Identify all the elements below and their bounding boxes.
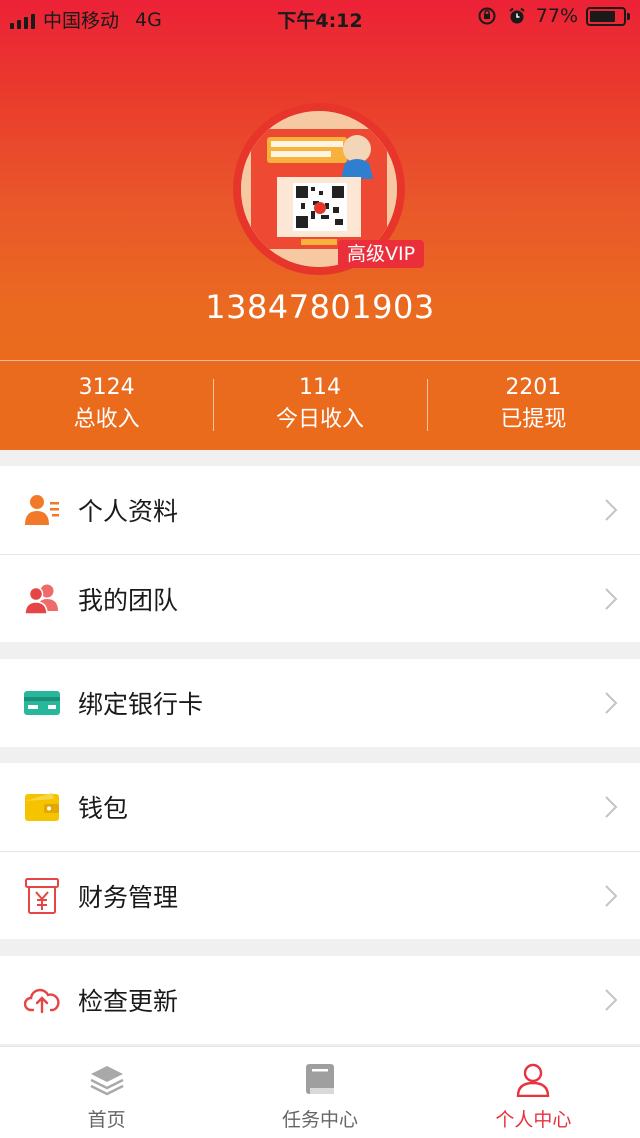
chevron-right-icon <box>605 885 618 907</box>
tab-label: 任务中心 <box>281 1109 358 1131</box>
chevron-right-icon <box>605 692 618 714</box>
menu-item-bank-card[interactable]: 绑定银行卡 <box>0 659 640 747</box>
status-bar: 中国移动 4G 下午4:12 77% <box>0 0 640 36</box>
stats-bar: 3124 总收入 114 今日收入 2201 已提现 <box>0 361 640 450</box>
alarm-icon <box>506 5 528 27</box>
menu-label: 我的团队 <box>78 585 179 615</box>
stat-value: 2201 <box>505 375 562 400</box>
profile-header: 中国移动 4G 下午4:12 77% 高级VIP 13847801903 312… <box>0 0 640 450</box>
vip-badge: 高级VIP <box>338 240 425 268</box>
tab-profile[interactable]: 个人中心 <box>427 1047 640 1138</box>
stat-withdrawn[interactable]: 2201 已提现 <box>426 361 640 450</box>
chevron-right-icon <box>605 989 618 1011</box>
stat-total-income[interactable]: 3124 总收入 <box>0 361 213 450</box>
bank-card-icon <box>24 685 60 721</box>
menu-label: 财务管理 <box>78 882 179 912</box>
menu-item-team[interactable]: 我的团队 <box>0 554 640 642</box>
wallet-icon <box>24 789 60 825</box>
tab-bar: 首页 任务中心 个人中心 <box>0 1046 640 1138</box>
layers-icon <box>89 1063 125 1097</box>
yuan-box-icon <box>24 877 60 914</box>
tab-label: 首页 <box>87 1109 126 1131</box>
id-card-person-icon <box>24 492 60 528</box>
person-icon <box>515 1063 551 1097</box>
chevron-right-icon <box>605 499 618 521</box>
menu-group-finance: 钱包 财务管理 <box>0 763 640 939</box>
battery-icon <box>586 6 630 26</box>
stat-label: 今日收入 <box>275 407 364 432</box>
stat-value: 3124 <box>78 375 135 400</box>
tab-label: 个人中心 <box>495 1109 572 1131</box>
menu-item-profile[interactable]: 个人资料 <box>0 466 640 554</box>
menu-item-wallet[interactable]: 钱包 <box>0 763 640 851</box>
tab-tasks[interactable]: 任务中心 <box>213 1047 426 1138</box>
battery-fill <box>590 10 615 22</box>
menu-group-account: 个人资料 我的团队 <box>0 466 640 642</box>
rotation-lock-icon <box>476 5 498 27</box>
book-icon <box>302 1063 338 1097</box>
team-icon <box>24 581 60 617</box>
status-right: 77% <box>476 5 630 27</box>
stat-value: 114 <box>298 375 341 400</box>
menu-label: 检查更新 <box>78 987 179 1016</box>
battery-percent: 77% <box>535 5 578 27</box>
menu-item-update[interactable]: 检查更新 <box>0 956 640 1044</box>
menu-group-system: 检查更新 <box>0 956 640 1044</box>
stat-label: 已提现 <box>500 407 567 432</box>
tab-home[interactable]: 首页 <box>0 1047 213 1138</box>
user-phone: 13847801903 <box>205 288 435 326</box>
chevron-right-icon <box>605 588 618 610</box>
menu-group-bank: 绑定银行卡 <box>0 659 640 747</box>
chevron-right-icon <box>605 796 618 818</box>
stat-today-income[interactable]: 114 今日收入 <box>213 361 426 450</box>
menu-label: 绑定银行卡 <box>78 690 204 719</box>
cloud-upload-icon <box>24 982 60 1018</box>
menu-label: 个人资料 <box>78 497 179 526</box>
menu-item-finance[interactable]: 财务管理 <box>0 851 640 939</box>
menu-label: 钱包 <box>78 794 129 823</box>
stat-label: 总收入 <box>73 407 140 432</box>
